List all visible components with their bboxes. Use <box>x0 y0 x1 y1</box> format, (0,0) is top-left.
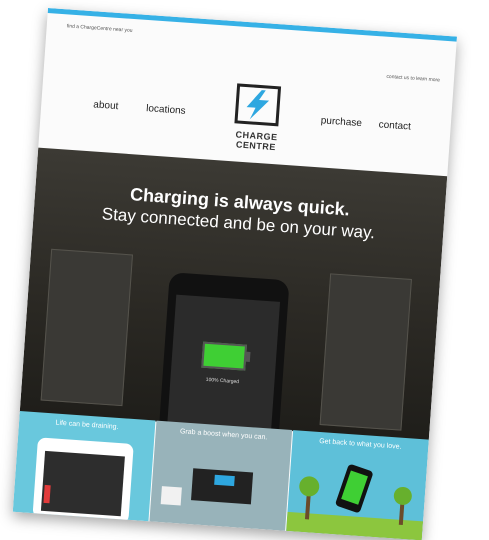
nav-purchase[interactable]: purchase <box>320 115 362 129</box>
accent-bar <box>47 8 458 42</box>
util-link-left[interactable]: find a ChargeCentre near you <box>67 23 133 34</box>
lightning-icon <box>246 90 270 120</box>
nav-locations[interactable]: locations <box>146 103 186 117</box>
nav-about[interactable]: about <box>93 99 119 112</box>
charging-station-left <box>40 248 134 407</box>
charging-station-right <box>319 273 412 431</box>
panel-caption: Life can be draining. <box>55 419 119 431</box>
panel-draining: Life can be draining. <box>12 411 156 522</box>
logo-frame <box>234 83 282 127</box>
happy-phone-icon <box>286 464 424 540</box>
charged-label: 100% Charged <box>205 376 240 386</box>
nav-contact[interactable]: contact <box>378 119 411 132</box>
webpage-sheet: find a ChargeCentre near you contact us … <box>12 8 458 540</box>
dying-phone-icon <box>32 437 134 522</box>
util-link-right[interactable]: contact us to learn more <box>386 74 440 84</box>
hero-banner: Charging is always quick. Stay connected… <box>19 147 448 451</box>
panel-caption: Get back to what you love. <box>318 437 402 451</box>
panel-get-back: Get back to what you love. <box>286 430 429 540</box>
panel-caption: Grab a boost when you can. <box>179 428 268 442</box>
battery-tip <box>245 351 251 362</box>
charging-station-icon <box>160 468 254 506</box>
panel-boost: Grab a boost when you can. <box>149 420 293 531</box>
charge-centre-logo[interactable]: CHARGE CENTRE <box>219 83 295 174</box>
battery-icon <box>201 341 247 371</box>
